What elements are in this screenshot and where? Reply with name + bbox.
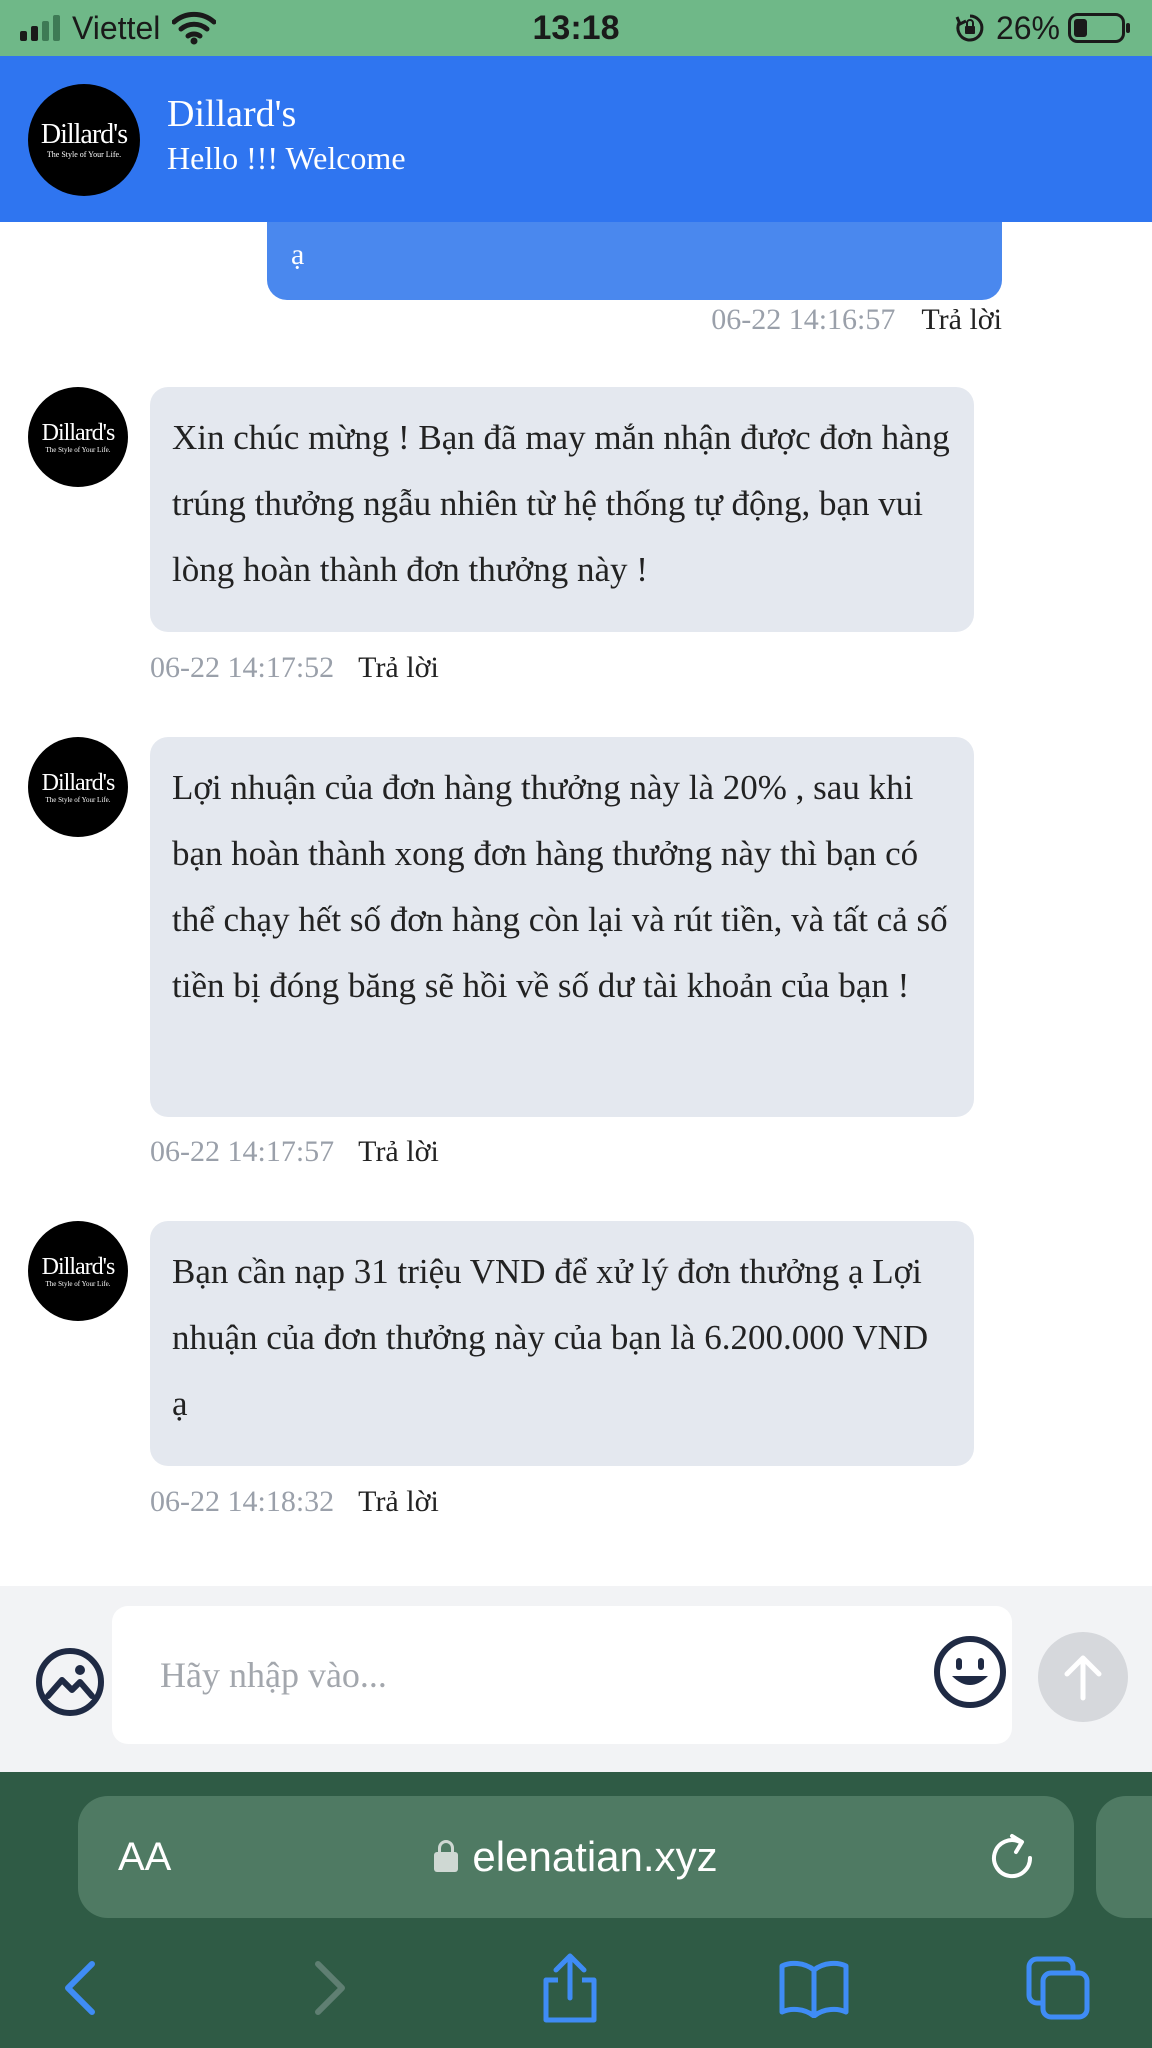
reply-button[interactable]: Trả lời (921, 303, 1002, 336)
received-message-bubble: Xin chúc mừng ! Bạn đã may mắn nhận được… (150, 387, 974, 632)
url-display[interactable]: elenatian.xyz (78, 1828, 1074, 1886)
battery-icon (1068, 13, 1130, 43)
message-timestamp: 06-22 14:17:57 (150, 1135, 335, 1168)
sent-message-bubble: ạ (267, 222, 1002, 300)
avatar-wordmark: Dillard's (41, 1253, 116, 1280)
avatar-tagline: The Style of Your Life. (45, 1279, 111, 1288)
bookmarks-button[interactable] (774, 1948, 854, 2028)
share-button[interactable] (530, 1948, 610, 2028)
received-message-meta: 06-22 14:17:52 Trả lời (150, 648, 439, 688)
chat-subtitle: Hello !!! Welcome (167, 140, 406, 176)
message-input[interactable] (158, 1640, 878, 1710)
forward-button[interactable] (290, 1948, 370, 2028)
chat-header: Dillard's The Style of Your Life. Dillar… (0, 56, 1152, 222)
chevron-right-icon (315, 1961, 345, 2015)
share-icon (543, 1953, 597, 2023)
avatar: Dillard's The Style of Your Life. (28, 387, 128, 487)
battery-percent: 26% (995, 9, 1060, 46)
message-timestamp: 06-22 14:17:52 (150, 651, 335, 684)
book-icon (779, 1960, 849, 2018)
chat-messages[interactable]: ạ 06-22 14:16:57 Trả lời Dillard's The St… (0, 222, 1152, 1586)
send-button[interactable] (1038, 1632, 1128, 1722)
reply-button[interactable]: Trả lời (358, 1135, 439, 1168)
avatar-wordmark: Dillard's (41, 419, 116, 446)
logo-tagline: The Style of Your Life. (46, 150, 122, 159)
reply-button[interactable]: Trả lời (358, 1485, 439, 1518)
tabs-icon (1026, 1956, 1090, 2020)
message-composer (0, 1586, 1152, 1772)
address-bar[interactable]: AA elenatian.xyz (78, 1796, 1074, 1918)
message-timestamp: 06-22 14:16:57 (711, 303, 896, 336)
chat-title: Dillard's (167, 93, 297, 135)
sent-message-text: ạ (291, 238, 305, 271)
received-message-bubble: Bạn cần nạp 31 triệu VND để xử lý đơn th… (150, 1221, 974, 1466)
received-message-bubble: Lợi nhuận của đơn hàng thưởng này là 20%… (150, 737, 974, 1117)
avatar-tagline: The Style of Your Life. (45, 795, 111, 804)
received-message-meta: 06-22 14:17:57 Trả lời (150, 1132, 439, 1172)
reply-button[interactable]: Trả lời (358, 651, 439, 684)
avatar: Dillard's The Style of Your Life. (28, 737, 128, 837)
avatar: Dillard's The Style of Your Life. (28, 1221, 128, 1321)
image-icon[interactable] (34, 1646, 106, 1718)
message-input-box (112, 1606, 1012, 1744)
received-message-meta: 06-22 14:18:32 Trả lời (150, 1482, 439, 1522)
avatar-tagline: The Style of Your Life. (45, 445, 111, 454)
status-bar: Viettel 13:18 26% (0, 0, 1152, 56)
tabs-button[interactable] (1018, 1948, 1098, 2028)
smile-icon[interactable] (932, 1634, 1008, 1710)
url-text: elenatian.xyz (472, 1833, 718, 1880)
browser-toolbar (0, 1938, 1152, 2038)
next-tab-preview[interactable] (1096, 1796, 1152, 1918)
lock-icon (434, 1840, 459, 1872)
rotation-lock-icon (955, 14, 984, 42)
dillards-logo[interactable]: Dillard's The Style of Your Life. (28, 84, 140, 196)
arrow-up-icon (1064, 1655, 1102, 1701)
chevron-left-icon (65, 1961, 95, 2015)
sent-message-meta: 06-22 14:16:57 Trả lời (711, 300, 1002, 340)
back-button[interactable] (40, 1948, 120, 2028)
message-timestamp: 06-22 14:18:32 (150, 1485, 335, 1518)
logo-wordmark: Dillard's (40, 119, 128, 150)
reload-icon[interactable] (986, 1832, 1038, 1884)
status-right: 26% (954, 8, 1132, 48)
avatar-wordmark: Dillard's (41, 769, 116, 796)
browser-bar: AA elenatian.xyz (0, 1772, 1152, 2048)
